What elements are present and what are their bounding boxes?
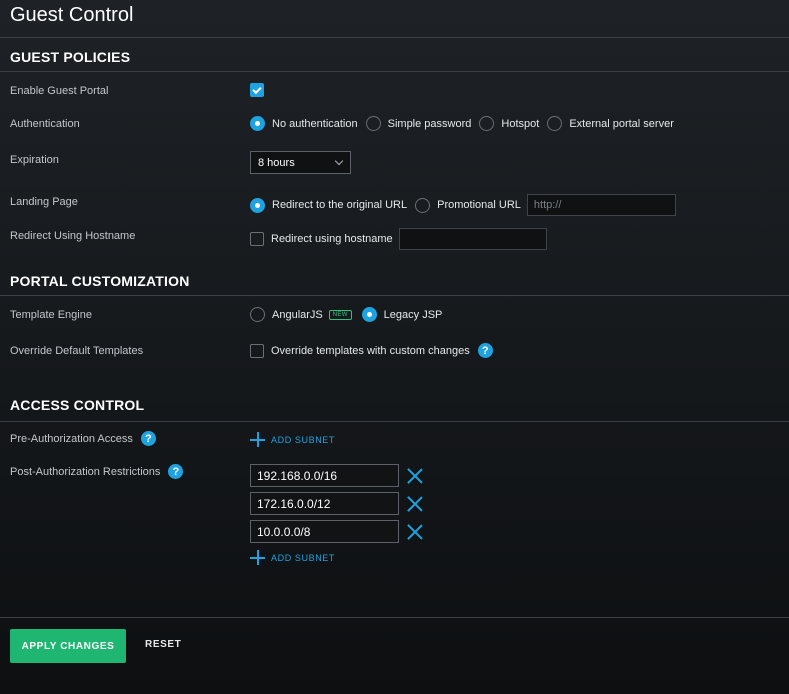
remove-subnet-icon[interactable] (407, 496, 423, 512)
subnet-row: 192.168.0.0/16 (250, 464, 423, 487)
subnet-input[interactable]: 10.0.0.0/8 (250, 520, 399, 543)
access-control-divider (0, 421, 789, 422)
expiration-value: 8 hours (258, 156, 295, 169)
subnet-row: 10.0.0.0/8 (250, 520, 423, 543)
radio-simple-password[interactable] (365, 116, 381, 131)
authentication-label: Authentication (10, 118, 80, 130)
remove-subnet-icon[interactable] (407, 468, 423, 484)
override-templates-checkbox[interactable] (250, 343, 264, 358)
title-divider (0, 37, 789, 38)
template-engine-radio-group: AngularJS NEW Legacy JSP (250, 307, 450, 322)
landing-option-redirect-original[interactable]: Redirect to the original URL (250, 197, 407, 213)
help-icon[interactable]: ? (168, 464, 184, 479)
template-option-angularjs[interactable]: AngularJS (250, 307, 323, 322)
apply-changes-button[interactable]: APPLY CHANGES (10, 629, 126, 663)
subnet-row: 172.16.0.0/12 (250, 492, 423, 515)
help-icon[interactable]: ? (140, 431, 156, 446)
landing-page-radio-group: Redirect to the original URL Promotional… (250, 194, 676, 216)
pre-auth-add-subnet-button[interactable]: ADD SUBNET (250, 432, 335, 447)
enable-guest-portal-checkbox[interactable] (250, 83, 264, 97)
radio-angularjs[interactable] (250, 307, 265, 322)
chevron-down-icon (334, 156, 344, 165)
auth-option-simple-password[interactable]: Simple password (365, 116, 471, 131)
help-icon[interactable]: ? (477, 343, 493, 358)
authentication-radio-group: No authentication Simple password Hotspo… (250, 116, 682, 131)
portal-customization-heading: PORTAL CUSTOMIZATION (10, 273, 190, 289)
access-control-heading: ACCESS CONTROL (10, 397, 145, 413)
redirect-hostname-option[interactable]: Redirect using hostname (250, 232, 393, 246)
landing-option-promotional-url[interactable]: Promotional URL (415, 197, 521, 213)
enable-guest-portal-label: Enable Guest Portal (10, 85, 109, 97)
plus-icon (250, 550, 265, 565)
template-engine-label: Template Engine (10, 309, 92, 321)
expiration-label: Expiration (10, 154, 59, 166)
post-auth-add-subnet-button[interactable]: ADD SUBNET (250, 550, 335, 565)
redirect-hostname-label: Redirect Using Hostname (10, 230, 136, 242)
radio-legacy-jsp[interactable] (361, 307, 377, 322)
reset-button[interactable]: RESET (145, 639, 181, 650)
override-templates-label: Override Default Templates (10, 345, 144, 357)
remove-subnet-icon[interactable] (407, 524, 423, 540)
footer-divider (0, 617, 789, 618)
auth-option-external-portal[interactable]: External portal server (547, 116, 674, 131)
redirect-hostname-checkbox[interactable] (250, 232, 264, 246)
landing-page-label: Landing Page (10, 196, 78, 208)
auth-option-no-authentication[interactable]: No authentication (250, 116, 358, 131)
guest-policies-divider (0, 71, 789, 72)
plus-icon (250, 432, 265, 447)
pre-authorization-label: Pre-Authorization Access ? (10, 431, 156, 446)
override-templates-option[interactable]: Override templates with custom changes (250, 343, 470, 358)
guest-policies-heading: GUEST POLICIES (10, 49, 131, 65)
auth-option-hotspot[interactable]: Hotspot (479, 116, 539, 131)
page-title: Guest Control (10, 4, 134, 26)
radio-redirect-original-url[interactable] (250, 197, 265, 213)
radio-external-portal-server[interactable] (547, 116, 563, 131)
promotional-url-input[interactable]: http:// (526, 194, 676, 216)
template-option-legacy-jsp[interactable]: Legacy JSP (361, 307, 442, 322)
redirect-hostname-input[interactable] (398, 228, 547, 250)
radio-no-authentication[interactable] (250, 116, 265, 131)
subnet-input[interactable]: 172.16.0.0/12 (250, 492, 399, 515)
post-authorization-label: Post-Authorization Restrictions ? (10, 464, 184, 479)
portal-customization-divider (0, 295, 789, 296)
radio-promotional-url[interactable] (415, 197, 431, 213)
radio-hotspot[interactable] (479, 116, 495, 131)
expiration-select[interactable]: 8 hours (250, 151, 351, 174)
subnet-input[interactable]: 192.168.0.0/16 (250, 464, 399, 487)
new-badge: NEW (328, 309, 352, 320)
